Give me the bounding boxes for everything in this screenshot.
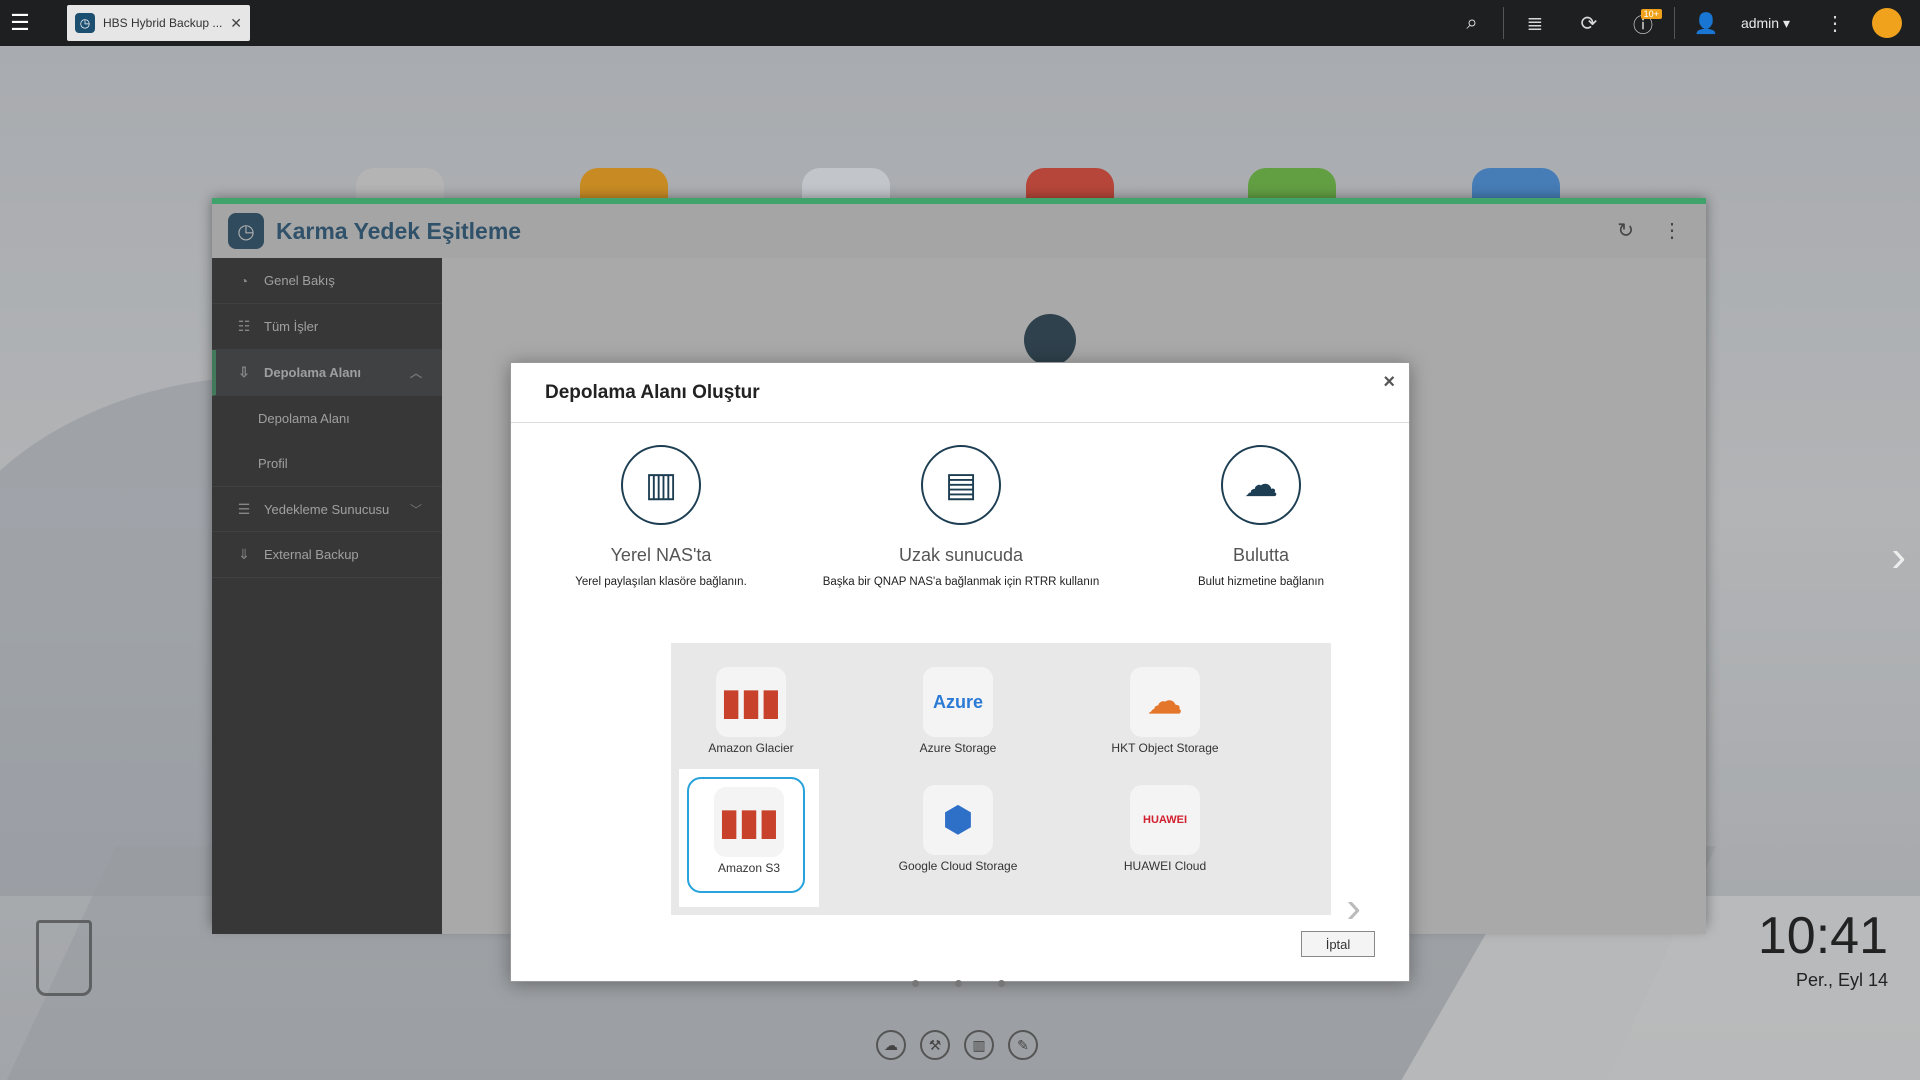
search-icon[interactable]: ⌕ [1445, 0, 1499, 46]
notification-badge: 10+ [1640, 9, 1662, 19]
user-icon[interactable]: 👤 [1679, 0, 1733, 46]
page-dot[interactable] [955, 980, 962, 987]
cancel-button[interactable]: İptal [1301, 931, 1375, 957]
desktop-dock: ☁ ⚒ ▥ ✎ [876, 1030, 1038, 1060]
provider-amazon-glacier[interactable]: ▮▮▮ Amazon Glacier [681, 667, 821, 756]
page-dot[interactable] [998, 980, 1005, 987]
top-bar-actions: ⌕ ≣ ⟳ ⓘ 10+ 👤 admin ▾ ⋮ [1445, 0, 1920, 46]
page-dot[interactable] [912, 980, 919, 987]
main-menu-icon[interactable]: ☰ [0, 0, 40, 46]
close-icon[interactable]: × [1383, 371, 1395, 394]
provider-name: HKT Object Storage [1111, 741, 1219, 755]
provider-name: Amazon Glacier [708, 741, 794, 755]
desktop-clock: 10:41 Per., Eyl 14 [1758, 906, 1888, 991]
storage-target-options: ▥ Yerel NAS'ta Yerel paylaşılan klasöre … [511, 423, 1409, 643]
taskbar-tab-hbs[interactable]: ◷ HBS Hybrid Backup ... ✕ [67, 5, 250, 41]
provider-google-cloud-storage[interactable]: ⬢ Google Cloud Storage [888, 785, 1028, 874]
target-local-nas[interactable]: ▥ Yerel NAS'ta Yerel paylaşılan klasöre … [511, 445, 811, 588]
provider-hkt-object-storage[interactable]: ☁ HKT Object Storage [1095, 667, 1235, 756]
user-menu[interactable]: admin ▾ [1733, 15, 1808, 32]
trash-icon[interactable] [36, 920, 92, 996]
target-description: Bulut hizmetine bağlanın [1198, 576, 1324, 588]
next-page-arrow-icon[interactable]: › [1346, 883, 1361, 933]
clock-date: Per., Eyl 14 [1795, 970, 1888, 990]
nas-icon: ▥ [621, 445, 701, 525]
target-name: Bulutta [1232, 545, 1290, 565]
sync-icon[interactable]: ⟳ [1562, 0, 1616, 46]
desktop-page-indicator [912, 980, 1005, 987]
target-name: Yerel NAS'ta [610, 545, 712, 565]
target-cloud[interactable]: ☁ Bulutta Bulut hizmetine bağlanın [1111, 445, 1411, 588]
target-description: Başka bir QNAP NAS'a bağlanmak için RTRR… [822, 576, 1100, 588]
hbs-app-icon: ◷ [75, 13, 95, 33]
cloud-provider-grid: ▮▮▮ Amazon Glacier Azure Azure Storage ☁… [671, 643, 1331, 915]
create-storage-dialog: Depolama Alanı Oluştur × ▥ Yerel NAS'ta … [510, 362, 1410, 982]
target-description: Yerel paylaşılan klasöre bağlanın. [575, 576, 747, 588]
target-name: Uzak sunucuda [898, 545, 1024, 565]
huawei-logo-icon: HUAWEI [1130, 785, 1200, 855]
azure-logo-icon: Azure [923, 667, 993, 737]
more-vertical-icon[interactable]: ⋮ [1808, 0, 1862, 46]
book-icon[interactable]: ▥ [964, 1030, 994, 1060]
top-bar: ☰ ◷ HBS Hybrid Backup ... ✕ ⌕ ≣ ⟳ ⓘ 10+ 👤… [0, 0, 1920, 46]
amazon-glacier-logo-icon: ▮▮▮ [716, 667, 786, 737]
cloud-icon[interactable]: ☁ [876, 1030, 906, 1060]
dashboard-gauge-icon[interactable] [1872, 8, 1902, 38]
target-remote-server[interactable]: ▤ Uzak sunucuda Başka bir QNAP NAS'a bağ… [811, 445, 1111, 588]
provider-name: HUAWEI Cloud [1123, 859, 1207, 873]
remote-server-icon: ▤ [921, 445, 1001, 525]
desktop-next-arrow-icon[interactable]: › [1891, 532, 1906, 582]
divider [1673, 7, 1675, 39]
google-cloud-logo-icon: ⬢ [923, 785, 993, 855]
tab-title: HBS Hybrid Backup ... [103, 16, 223, 30]
provider-amazon-s3[interactable]: ▮▮▮ Amazon S3 [679, 769, 819, 907]
edit-icon[interactable]: ✎ [1008, 1030, 1038, 1060]
provider-name: Azure Storage [919, 741, 997, 755]
provider-azure-storage[interactable]: Azure Azure Storage [888, 667, 1028, 756]
provider-huawei-cloud[interactable]: HUAWEI HUAWEI Cloud [1095, 785, 1235, 874]
divider [1502, 7, 1504, 39]
provider-name: Google Cloud Storage [898, 859, 1018, 873]
dialog-title-text: Depolama Alanı Oluştur [545, 381, 760, 403]
close-icon[interactable]: ✕ [230, 15, 242, 32]
stack-icon[interactable]: ≣ [1508, 0, 1562, 46]
selection-ring [687, 777, 805, 893]
dialog-title: Depolama Alanı Oluştur × [511, 363, 1409, 423]
info-icon[interactable]: ⓘ 10+ [1616, 0, 1670, 46]
hkt-cloud-logo-icon: ☁ [1130, 667, 1200, 737]
tools-icon[interactable]: ⚒ [920, 1030, 950, 1060]
cloud-icon: ☁ [1221, 445, 1301, 525]
clock-time: 10:41 [1757, 907, 1888, 965]
